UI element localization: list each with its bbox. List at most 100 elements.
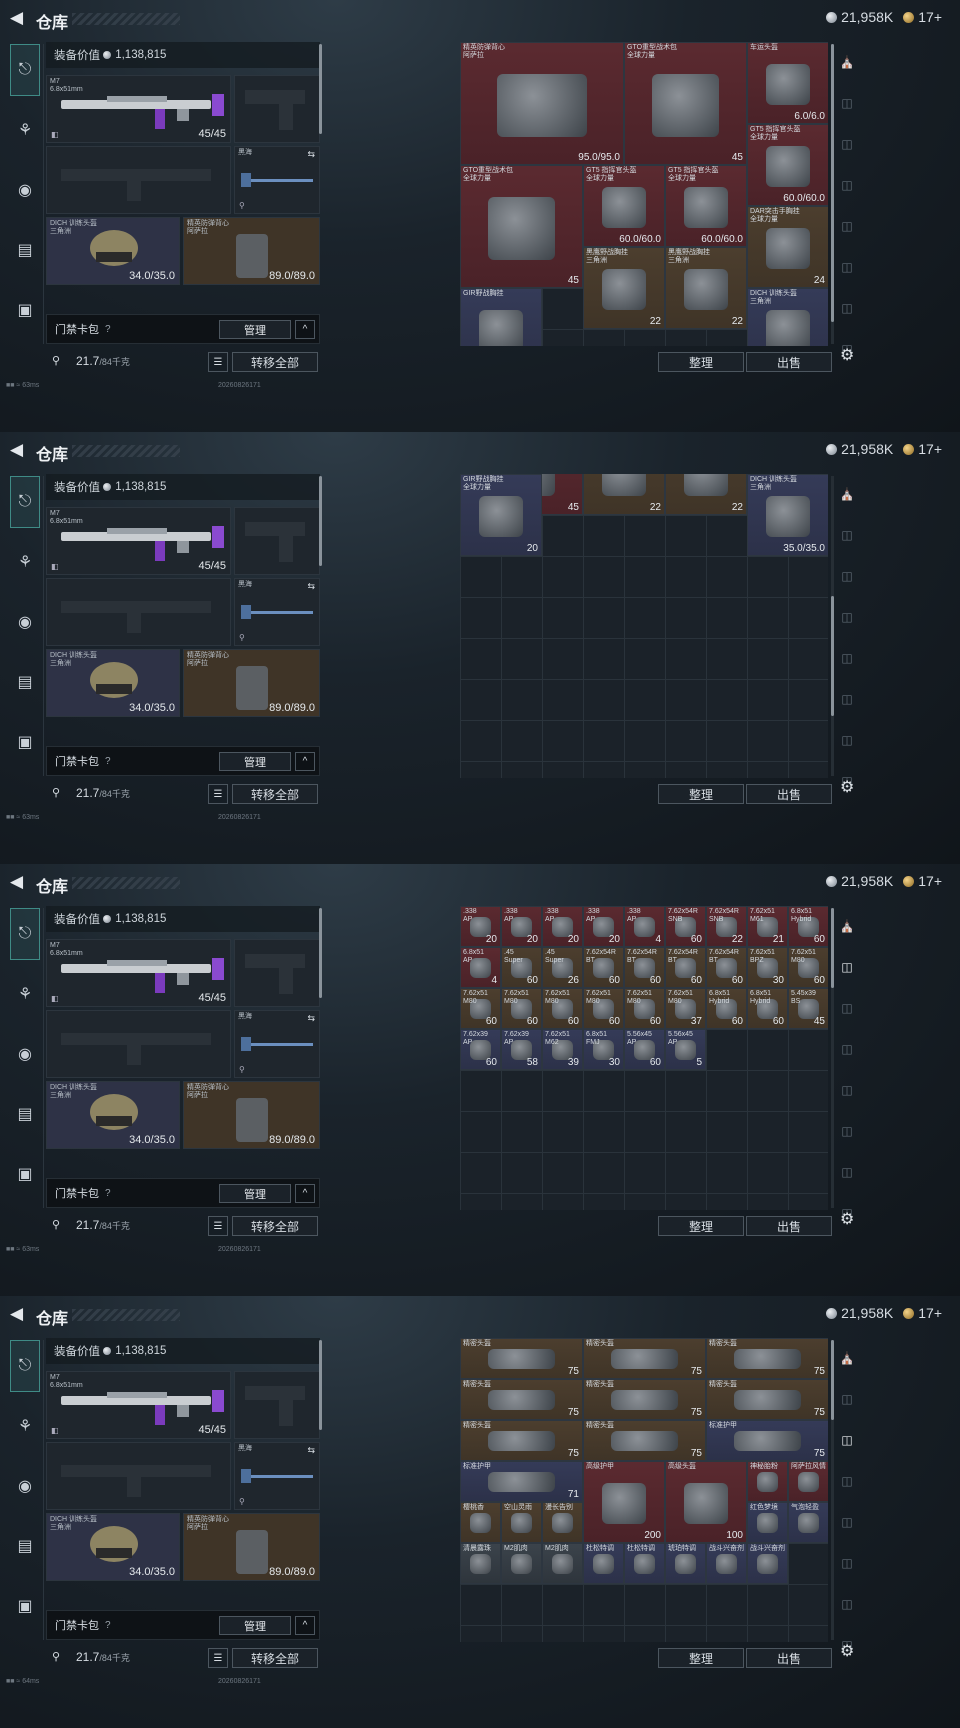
- tab-helmet-icon[interactable]: ◉: [10, 1028, 40, 1080]
- storage-item[interactable]: 6.8x51 FMJ 30: [583, 1029, 624, 1070]
- storage-item[interactable]: 神秘胎粉: [747, 1461, 788, 1502]
- tab-armor-icon[interactable]: ⚘: [10, 1400, 40, 1452]
- manage-button[interactable]: 管理: [219, 1184, 291, 1203]
- list-view-icon[interactable]: ☰: [208, 784, 228, 804]
- storage-item[interactable]: .338 AP 20: [460, 906, 501, 947]
- storage-tab-icon[interactable]: ◫: [836, 249, 858, 285]
- swap-icon[interactable]: ⇆: [307, 149, 315, 160]
- storage-item[interactable]: 杜松特调: [624, 1543, 665, 1584]
- storage-item[interactable]: 6.8x51 AP 4: [460, 947, 501, 988]
- silver-balance[interactable]: 21,958K: [826, 441, 893, 457]
- help-icon[interactable]: ?: [105, 1620, 111, 1631]
- silver-balance[interactable]: 21,958K: [826, 1305, 893, 1321]
- storage-item[interactable]: 标准护甲 75: [706, 1420, 828, 1461]
- storage-tab-icon[interactable]: ◫: [836, 1072, 858, 1108]
- storage-tab-icon[interactable]: ◫: [836, 517, 858, 553]
- pistol-slot[interactable]: [234, 507, 320, 575]
- storage-item[interactable]: 精密头盔 75: [460, 1338, 583, 1379]
- silver-balance[interactable]: 21,958K: [826, 873, 893, 889]
- helmet-slot[interactable]: DICH 训练头盔 三角洲 34.0/35.0: [46, 1513, 180, 1581]
- lock-icon[interactable]: ⚲: [52, 1218, 60, 1231]
- collapse-chevron-icon[interactable]: ^: [295, 752, 315, 771]
- sort-button[interactable]: 整理: [658, 1216, 744, 1236]
- scroll-thumb[interactable]: [831, 1340, 834, 1420]
- secondary-weapon-slot[interactable]: [46, 578, 231, 646]
- storage-item[interactable]: 标准护甲 71: [460, 1461, 583, 1502]
- sell-button[interactable]: 出售: [746, 1648, 832, 1668]
- storage-item[interactable]: 车运头盔 6.0/6.0: [747, 42, 828, 124]
- sort-button[interactable]: 整理: [658, 352, 744, 372]
- storage-item[interactable]: 精密头盔 75: [460, 1420, 583, 1461]
- secondary-weapon-slot[interactable]: [46, 146, 231, 214]
- storage-home-icon[interactable]: ⛪: [836, 1340, 858, 1376]
- storage-item[interactable]: .45 Super 60: [501, 947, 542, 988]
- sell-button[interactable]: 出售: [746, 1216, 832, 1236]
- help-icon[interactable]: ?: [105, 1188, 111, 1199]
- storage-item[interactable]: 7.62x54R SNB 60: [665, 906, 706, 947]
- tab-armor-icon[interactable]: ⚘: [10, 968, 40, 1020]
- tab-case-icon[interactable]: ▣: [10, 1148, 40, 1200]
- helmet-slot[interactable]: DICH 训练头盔 三角洲 34.0/35.0: [46, 1081, 180, 1149]
- storage-item[interactable]: 7.62x51 M62 39: [542, 1029, 583, 1070]
- armor-slot[interactable]: 精英防弹背心 阿萨拉 89.0/89.0: [183, 217, 320, 285]
- swap-icon[interactable]: ⇆: [307, 1445, 315, 1456]
- storage-item[interactable]: 精英防弹背心 阿萨拉 95.0/95.0: [460, 42, 624, 165]
- storage-item[interactable]: .338 AP 4: [624, 906, 665, 947]
- storage-tab-icon[interactable]: ◫: [836, 1504, 858, 1540]
- manage-button[interactable]: 管理: [219, 752, 291, 771]
- warehouse-grid[interactable]: .338 AP 20.338 AP 20.338 AP 20.338 AP 20.338…: [460, 906, 828, 1210]
- tab-helmet-icon[interactable]: ◉: [10, 164, 40, 216]
- storage-item[interactable]: M2肌肉: [501, 1543, 542, 1584]
- storage-home-icon[interactable]: ⛪: [836, 44, 858, 80]
- storage-item[interactable]: 空山灵雨: [501, 1502, 542, 1543]
- gold-balance[interactable]: 17+: [903, 1305, 942, 1321]
- storage-tab-icon[interactable]: ◫: [836, 1113, 858, 1149]
- secondary-weapon-slot[interactable]: [46, 1442, 231, 1510]
- back-arrow-icon[interactable]: ◀: [10, 8, 23, 28]
- gear-icon[interactable]: ⚙: [840, 1641, 854, 1661]
- storage-item[interactable]: 战斗兴奋剂: [706, 1543, 747, 1584]
- storage-item[interactable]: .45 Super 26: [542, 947, 583, 988]
- pistol-slot[interactable]: [234, 1371, 320, 1439]
- back-arrow-icon[interactable]: ◀: [10, 872, 23, 892]
- storage-item[interactable]: 清晨露珠: [460, 1543, 501, 1584]
- storage-tab-icon[interactable]: ◫: [836, 990, 858, 1026]
- gold-balance[interactable]: 17+: [903, 9, 942, 25]
- transfer-all-button[interactable]: 转移全部: [232, 1648, 318, 1668]
- silver-balance[interactable]: 21,958K: [826, 9, 893, 25]
- storage-item[interactable]: 黑鹰野战胸挂 三角洲 22: [583, 247, 665, 329]
- storage-home-icon[interactable]: ⛪: [836, 908, 858, 944]
- tab-backpack-icon[interactable]: ▤: [10, 1520, 40, 1572]
- gear-icon[interactable]: ⚙: [840, 345, 854, 365]
- tab-case-icon[interactable]: ▣: [10, 284, 40, 336]
- storage-item[interactable]: GT5 指挥官头盔 全球力量 60.0/60.0: [665, 165, 747, 247]
- storage-item[interactable]: 7.62x54R BT 60: [706, 947, 747, 988]
- storage-item[interactable]: 杜松特调: [583, 1543, 624, 1584]
- storage-item[interactable]: 6.8x51 Hybrid 60: [747, 988, 788, 1029]
- armor-slot[interactable]: 精英防弹背心 阿萨拉 89.0/89.0: [183, 1081, 320, 1149]
- storage-item[interactable]: 琥珀特调: [665, 1543, 706, 1584]
- storage-item[interactable]: 阿萨拉风情: [788, 1461, 828, 1502]
- tab-backpack-icon[interactable]: ▤: [10, 656, 40, 708]
- collapse-chevron-icon[interactable]: ^: [295, 1184, 315, 1203]
- storage-tab-icon[interactable]: ◫: [836, 1154, 858, 1190]
- sort-button[interactable]: 整理: [658, 1648, 744, 1668]
- equipment-scrollbar[interactable]: [319, 44, 322, 134]
- gear-icon[interactable]: ⚙: [840, 777, 854, 797]
- tab-weapons-pistol-icon[interactable]: ⎋: [10, 908, 40, 960]
- equipment-scrollbar[interactable]: [319, 908, 322, 998]
- storage-item[interactable]: 红色梦境: [747, 1502, 788, 1543]
- equipment-scrollbar[interactable]: [319, 1340, 322, 1430]
- storage-item[interactable]: 高级护甲 200: [583, 1461, 665, 1543]
- primary-weapon-slot[interactable]: M7 6.8x51mm ◧ 45/45: [46, 1371, 231, 1439]
- primary-weapon-slot[interactable]: M7 6.8x51mm ◧ 45/45: [46, 75, 231, 143]
- storage-item[interactable]: 22: [665, 474, 747, 515]
- transfer-all-button[interactable]: 转移全部: [232, 784, 318, 804]
- storage-tab-icon[interactable]: ◫: [836, 208, 858, 244]
- swap-icon[interactable]: ⇆: [307, 581, 315, 592]
- storage-item[interactable]: 6.8x51 Hybrid 60: [706, 988, 747, 1029]
- storage-item[interactable]: 精密头盔 75: [583, 1379, 706, 1420]
- storage-tab-icon[interactable]: ◫: [836, 722, 858, 758]
- storage-item[interactable]: .338 AP 20: [583, 906, 624, 947]
- storage-item[interactable]: 7.62x51 M80 60: [583, 988, 624, 1029]
